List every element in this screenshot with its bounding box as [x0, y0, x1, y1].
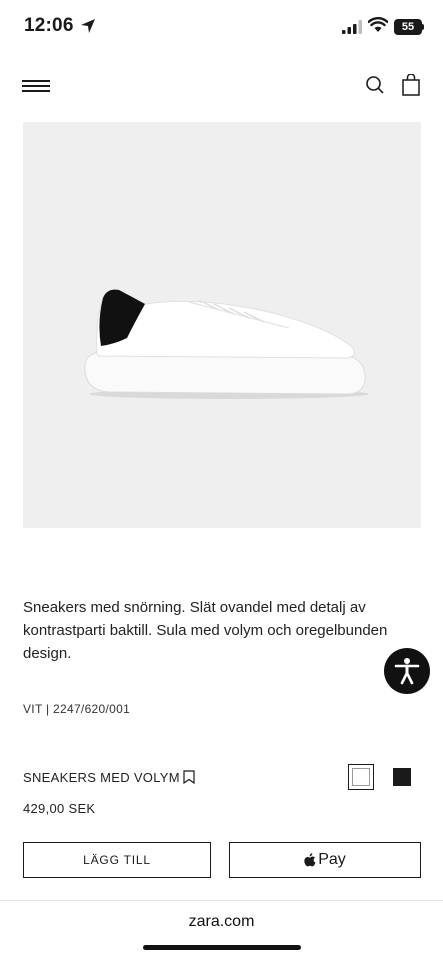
- search-icon[interactable]: [364, 74, 386, 96]
- product-reference: VIT | 2247/620/001: [23, 702, 131, 716]
- cellular-signal-icon: [342, 20, 362, 34]
- product-description: Sneakers med snörning. Slät ovandel med …: [23, 599, 388, 662]
- product-image[interactable]: [23, 122, 421, 528]
- apple-logo-icon: [304, 853, 316, 867]
- status-time: 12:06: [24, 15, 74, 36]
- product-price: 429,00 SEK: [23, 801, 96, 816]
- wifi-icon: [368, 17, 388, 32]
- sneaker-illustration: [84, 289, 369, 399]
- battery-icon: 55: [394, 19, 422, 35]
- add-to-cart-button[interactable]: LÄGG TILL: [23, 842, 211, 878]
- shopping-bag-icon[interactable]: [401, 74, 421, 96]
- product-name: SNEAKERS MED VOLYM: [23, 770, 180, 785]
- accessibility-icon: [394, 658, 420, 685]
- accessibility-button[interactable]: [384, 648, 430, 694]
- apple-pay-button[interactable]: Pay: [229, 842, 421, 878]
- menu-hamburger-icon[interactable]: [22, 80, 50, 92]
- browser-url[interactable]: zara.com: [0, 913, 443, 931]
- location-arrow-icon: [81, 19, 95, 33]
- battery-tip: [422, 24, 424, 30]
- color-swatch-white-fill: [352, 768, 370, 786]
- color-swatch-white[interactable]: [348, 764, 374, 790]
- apple-pay-label: Pay: [318, 851, 346, 868]
- bookmark-icon[interactable]: [183, 770, 195, 784]
- color-swatch-black[interactable]: [393, 768, 411, 786]
- divider: [0, 900, 443, 901]
- home-indicator[interactable]: [143, 945, 301, 950]
